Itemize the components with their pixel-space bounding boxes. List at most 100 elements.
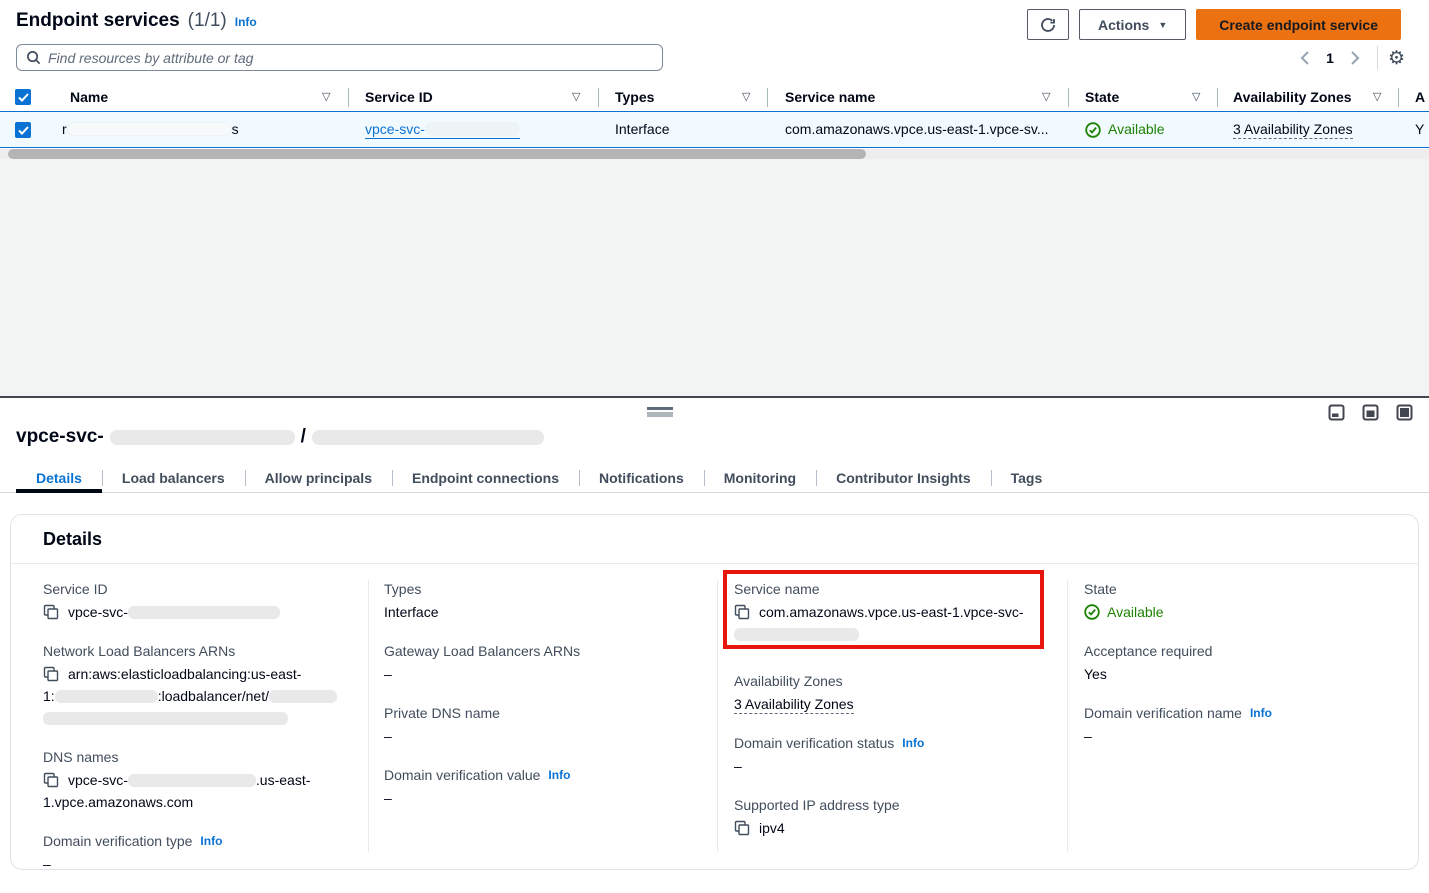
cell-state: Available xyxy=(1085,112,1165,147)
field-label: State xyxy=(1084,579,1404,599)
field-label: Private DNS name xyxy=(384,703,704,723)
tab-notifications[interactable]: Notifications xyxy=(579,464,704,492)
panel-title-separator: / xyxy=(301,426,306,448)
service-name-line1: com.amazonaws.vpce.us-east-1.vpce-svc- xyxy=(759,604,1024,620)
search-box xyxy=(16,44,663,71)
cell-clipped: Y xyxy=(1415,112,1424,147)
field-service-id: Service ID vpce-svc- xyxy=(43,579,365,623)
tab-endpoint-connections[interactable]: Endpoint connections xyxy=(392,464,579,492)
arn-line1: arn:aws:elasticloadbalancing:us-east- xyxy=(68,666,301,682)
column-header-service-name[interactable]: Service name xyxy=(785,84,875,111)
tab-load-balancers[interactable]: Load balancers xyxy=(102,464,245,492)
service-id-link[interactable]: vpce-svc- xyxy=(365,121,520,139)
name-visible-suffix: s xyxy=(232,121,239,137)
column-divider xyxy=(348,88,349,107)
tab-allow-principals[interactable]: Allow principals xyxy=(245,464,392,492)
field-label: DNS names xyxy=(43,747,365,767)
previous-page-button[interactable] xyxy=(1293,46,1317,70)
field-glb-arns: Gateway Load Balancers ARNs – xyxy=(384,641,704,685)
copy-icon[interactable] xyxy=(734,820,750,836)
field-label: Supported IP address type xyxy=(734,795,1044,815)
field-value: Interface xyxy=(384,601,704,623)
availability-zones-link[interactable]: 3 Availability Zones xyxy=(1233,121,1353,139)
tab-label: Contributor Insights xyxy=(836,470,971,486)
details-card: Details Service ID vpce-svc- Network Loa… xyxy=(10,514,1419,870)
redacted-text xyxy=(67,122,232,136)
panel-size-medium-icon[interactable] xyxy=(1362,404,1379,421)
panel-size-small-icon[interactable] xyxy=(1328,404,1345,421)
column-header-availability-zones[interactable]: Availability Zones xyxy=(1233,84,1352,111)
refresh-button[interactable] xyxy=(1027,9,1069,40)
column-header-clipped[interactable]: A xyxy=(1415,84,1425,111)
field-supported-ip: Supported IP address type ipv4 xyxy=(734,795,1044,839)
gear-icon[interactable]: ⚙ xyxy=(1388,49,1405,68)
info-link[interactable]: Info xyxy=(902,733,924,753)
refresh-icon xyxy=(1040,17,1056,33)
tab-label: Notifications xyxy=(599,470,684,486)
copy-icon[interactable] xyxy=(43,604,59,620)
field-value: – xyxy=(384,663,704,685)
field-label: Gateway Load Balancers ARNs xyxy=(384,641,704,661)
dns-mid: .us-east- xyxy=(256,772,310,788)
field-dns-names: DNS names vpce-svc-.us-east- 1.vpce.amaz… xyxy=(43,747,365,813)
column-divider xyxy=(767,88,768,107)
select-all-checkbox[interactable] xyxy=(15,89,31,105)
filter-icon[interactable]: ▽ xyxy=(322,84,330,111)
page-number[interactable]: 1 xyxy=(1317,50,1343,66)
info-link[interactable]: Info xyxy=(548,765,570,785)
details-column-2: Types Interface Gateway Load Balancers A… xyxy=(384,579,704,827)
column-header-types[interactable]: Types xyxy=(615,84,654,111)
row-checkbox[interactable] xyxy=(15,122,31,138)
page-background xyxy=(0,159,1429,396)
panel-drag-handle[interactable] xyxy=(647,407,673,417)
field-value: – xyxy=(384,725,704,747)
column-header-service-id[interactable]: Service ID xyxy=(365,84,433,111)
tab-monitoring[interactable]: Monitoring xyxy=(704,464,816,492)
panel-size-controls xyxy=(1328,404,1413,421)
copy-icon[interactable] xyxy=(43,772,59,788)
filter-icon[interactable]: ▽ xyxy=(1042,84,1050,111)
page-header: Endpoint services (1/1) Info xyxy=(16,10,257,32)
info-link[interactable]: Info xyxy=(235,15,257,29)
field-label: Availability Zones xyxy=(734,671,1044,691)
create-endpoint-service-button[interactable]: Create endpoint service xyxy=(1196,9,1401,40)
redacted-text xyxy=(55,690,158,703)
actions-button[interactable]: Actions ▼ xyxy=(1079,9,1186,40)
info-link[interactable]: Info xyxy=(200,831,222,851)
state-value: Available xyxy=(1107,601,1164,623)
pagination-divider xyxy=(1377,46,1378,70)
panel-size-large-icon[interactable] xyxy=(1396,404,1413,421)
dns-line2: 1.vpce.amazonaws.com xyxy=(43,791,365,813)
filter-icon[interactable]: ▽ xyxy=(742,84,750,111)
details-card-heading: Details xyxy=(11,515,1418,564)
filter-icon[interactable]: ▽ xyxy=(1373,84,1381,111)
copy-icon[interactable] xyxy=(734,604,750,620)
tab-details[interactable]: Details xyxy=(16,464,102,492)
tab-contributor-insights[interactable]: Contributor Insights xyxy=(816,464,991,492)
filter-icon[interactable]: ▽ xyxy=(572,84,580,111)
availability-zones-link[interactable]: 3 Availability Zones xyxy=(734,696,854,714)
column-header-name[interactable]: Name xyxy=(70,84,108,111)
field-label: Domain verification type xyxy=(43,831,192,851)
column-header-state[interactable]: State xyxy=(1085,84,1119,111)
table-row[interactable]: rs vpce-svc- Interface com.amazonaws.vpc… xyxy=(0,111,1429,148)
field-value: ipv4 xyxy=(759,820,785,836)
tab-label: Monitoring xyxy=(724,470,796,486)
pagination: 1 ⚙ xyxy=(1293,45,1405,71)
field-domain-verification-type: Domain verification type Info – xyxy=(43,831,365,875)
tab-tags[interactable]: Tags xyxy=(991,464,1063,492)
scrollbar-thumb[interactable] xyxy=(8,149,866,159)
service-id-prefix: vpce-svc- xyxy=(68,604,128,620)
field-domain-verification-value: Domain verification value Info – xyxy=(384,765,704,809)
info-link[interactable]: Info xyxy=(1250,703,1272,723)
actions-button-label: Actions xyxy=(1098,17,1149,33)
field-label: Acceptance required xyxy=(1084,641,1404,661)
search-input[interactable] xyxy=(48,50,653,66)
header-actions: Actions ▼ Create endpoint service xyxy=(1027,9,1401,40)
next-page-button[interactable] xyxy=(1343,46,1367,70)
redacted-text xyxy=(128,774,256,787)
filter-icon[interactable]: ▽ xyxy=(1192,84,1200,111)
redacted-text xyxy=(312,430,544,445)
field-state: State Available xyxy=(1084,579,1404,623)
copy-icon[interactable] xyxy=(43,666,59,682)
